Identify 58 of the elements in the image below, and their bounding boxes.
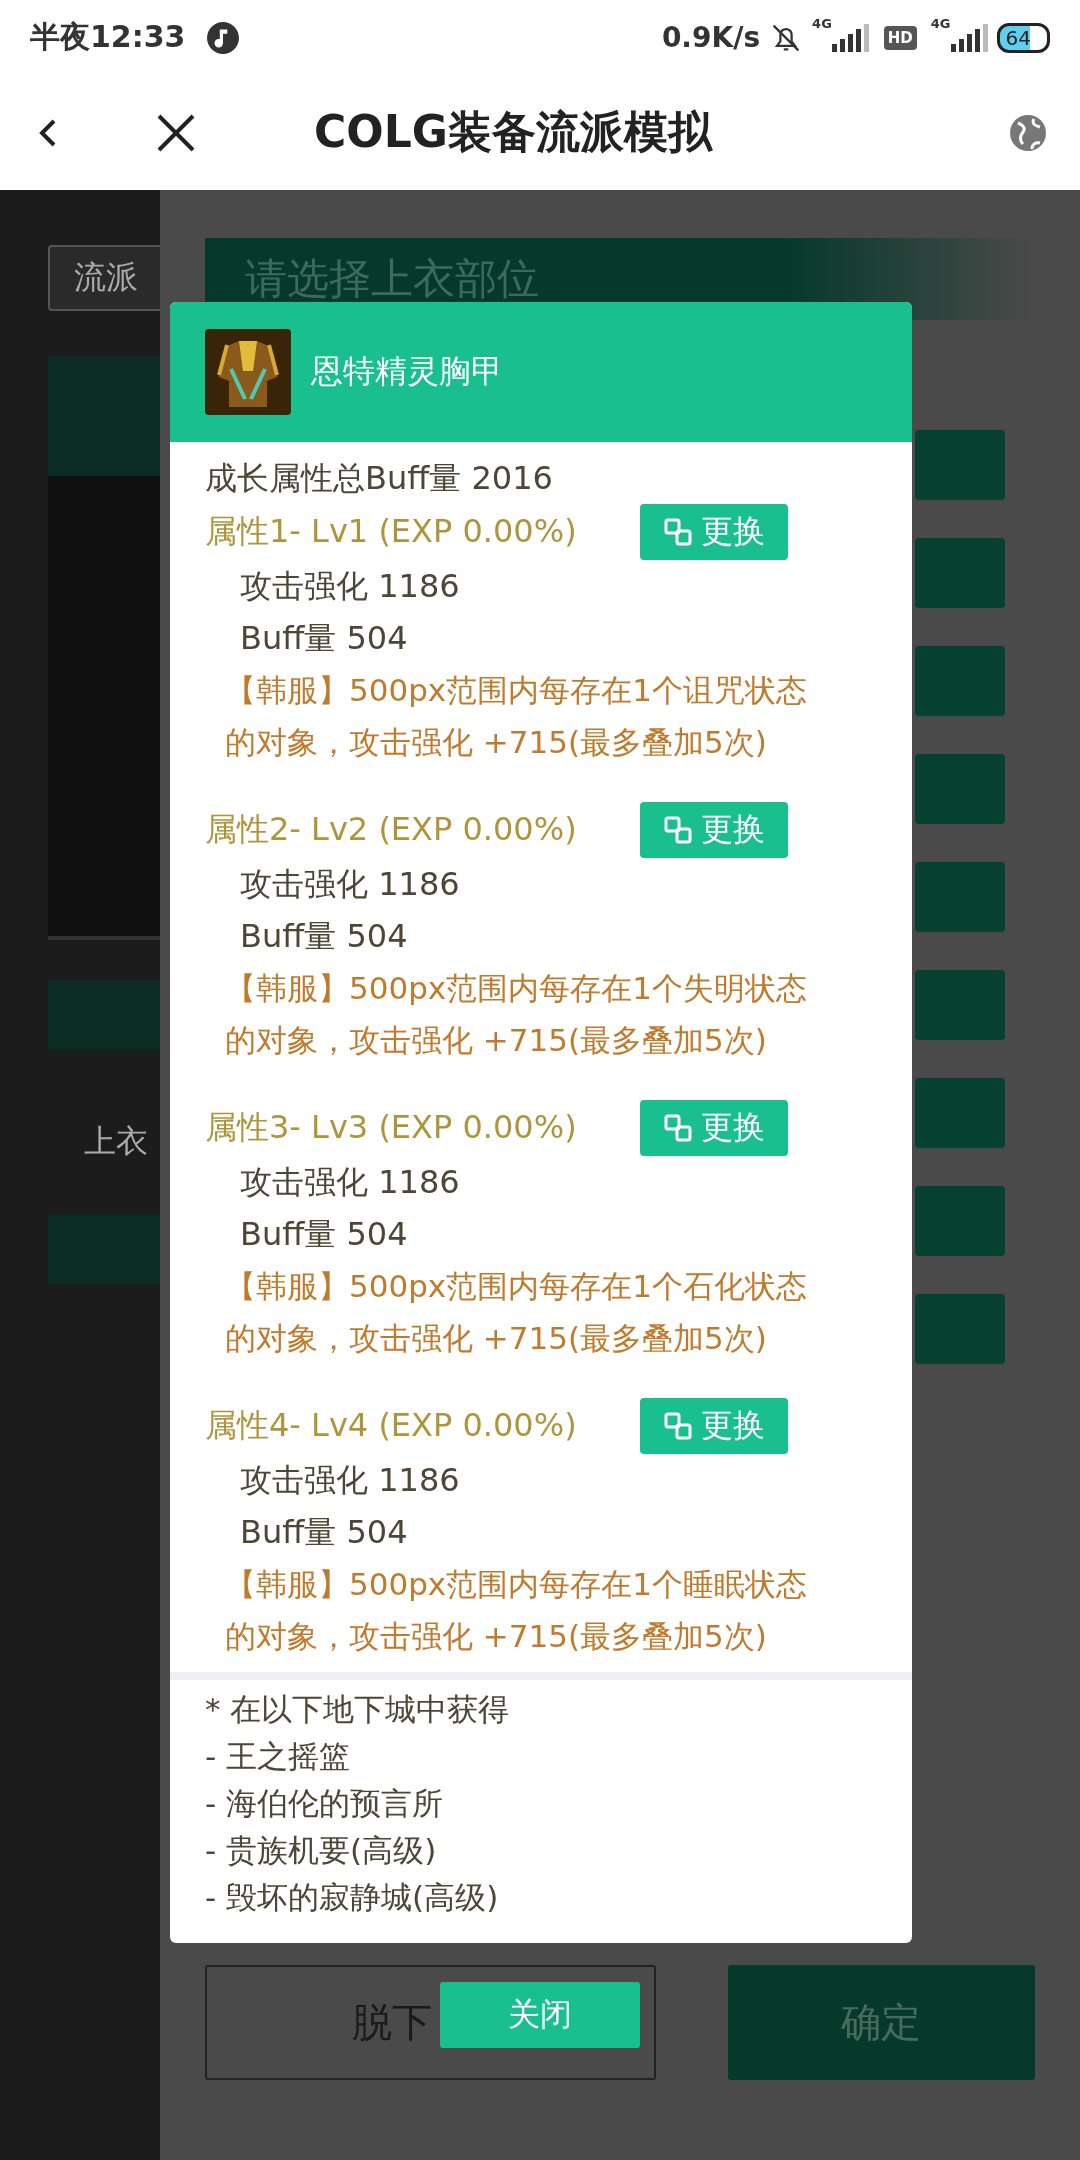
- page-title: COLG装备流派模拟: [314, 105, 714, 159]
- slot-label: 上衣: [84, 1121, 149, 1162]
- source-heading: * 在以下地下城中获得: [204, 1690, 511, 1729]
- slot-button[interactable]: [915, 1294, 1005, 1364]
- network-speed: 0.9K/s: [661, 21, 761, 54]
- back-icon[interactable]: [38, 117, 58, 148]
- stat-line: Buff量 504: [239, 916, 409, 957]
- swap-icon: [663, 1411, 693, 1441]
- stat-line: 攻击强化 1186: [239, 864, 461, 905]
- stat-line: Buff量 504: [239, 1214, 409, 1255]
- app-notification-icon: [205, 20, 240, 55]
- attribute-title: 属性3- Lv3 (EXP 0.00%): [205, 1107, 578, 1148]
- slot-button[interactable]: [915, 1186, 1005, 1256]
- slot-button[interactable]: [915, 646, 1005, 716]
- change-button[interactable]: 更换: [640, 802, 788, 858]
- stat-line: 攻击强化 1186: [239, 1162, 461, 1203]
- growth-total: 成长属性总Buff量 2016: [204, 458, 554, 499]
- signal-label: 4G: [812, 16, 832, 31]
- attribute-title: 属性1- Lv1 (EXP 0.00%): [205, 511, 578, 552]
- swap-icon: [663, 1113, 693, 1143]
- stat-line: 攻击强化 1186: [239, 1460, 461, 1501]
- dungeon-name: - 王之摇篮: [204, 1737, 352, 1776]
- slot-button[interactable]: [915, 1078, 1005, 1148]
- battery-indicator: 64: [996, 22, 1050, 53]
- slot-button[interactable]: [915, 862, 1005, 932]
- dungeon-name: - 毁坏的寂静城(高级): [204, 1878, 500, 1917]
- change-button[interactable]: 更换: [640, 1398, 788, 1454]
- close-icon[interactable]: [156, 112, 196, 153]
- stat-line: Buff量 504: [239, 618, 409, 659]
- attribute-title: 属性4- Lv4 (EXP 0.00%): [205, 1405, 578, 1446]
- stat-line: Buff量 504: [239, 1512, 409, 1553]
- swap-icon: [663, 815, 693, 845]
- dungeon-name: - 海伯伦的预言所: [204, 1784, 445, 1823]
- slot-button[interactable]: [915, 754, 1005, 824]
- close-button[interactable]: 关闭: [440, 1982, 640, 2048]
- status-time: 半夜12:33: [30, 18, 186, 56]
- effect-text: 【韩服】500px范围内每存在1个睡眠状态的对象，攻击强化 +715(最多叠加5次): [225, 1565, 808, 1656]
- stat-line: 攻击强化 1186: [239, 566, 461, 607]
- swap-icon: [663, 517, 693, 547]
- attribute-title: 属性2- Lv2 (EXP 0.00%): [205, 809, 578, 850]
- effect-text: 【韩服】500px范围内每存在1个诅咒状态的对象，攻击强化 +715(最多叠加5次): [225, 671, 808, 762]
- globe-icon[interactable]: [1008, 112, 1048, 153]
- change-button[interactable]: 更换: [640, 1100, 788, 1156]
- effect-text: 【韩服】500px范围内每存在1个石化状态的对象，攻击强化 +715(最多叠加5次): [225, 1267, 808, 1358]
- armor-icon: [205, 329, 291, 415]
- slot-button[interactable]: [915, 538, 1005, 608]
- slot-button[interactable]: [915, 430, 1005, 500]
- change-button[interactable]: 更换: [640, 504, 788, 560]
- item-name: 恩特精灵胸甲: [311, 351, 503, 392]
- action-button[interactable]: 确定: [727, 1965, 1035, 2080]
- signal-label: 4G: [930, 16, 951, 31]
- signal-icon: [829, 23, 870, 52]
- slot-button[interactable]: [915, 970, 1005, 1040]
- signal-icon: [948, 23, 989, 52]
- dungeon-name: - 贵族机要(高级): [204, 1831, 438, 1870]
- effect-text: 【韩服】500px范围内每存在1个失明状态的对象，攻击强化 +715(最多叠加5次): [225, 969, 808, 1060]
- hd-badge: HD: [883, 25, 917, 50]
- scheme-select[interactable]: 流派: [48, 245, 160, 311]
